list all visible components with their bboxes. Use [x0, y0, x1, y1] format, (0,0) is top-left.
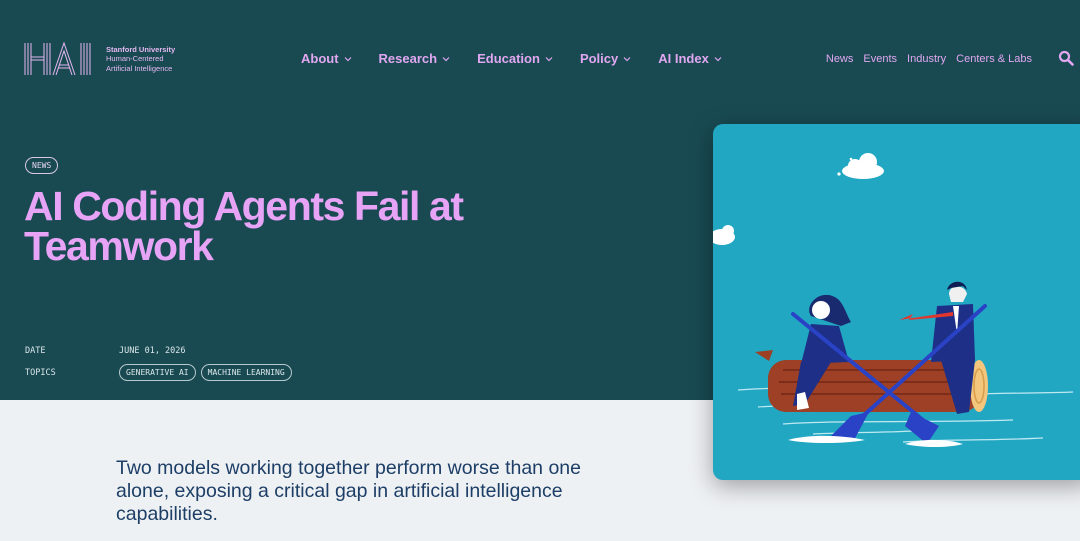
search-icon[interactable] [1058, 50, 1074, 66]
chevron-down-icon [623, 56, 631, 61]
topics-label: TOPICS [25, 368, 56, 378]
nav-education[interactable]: Education [477, 51, 553, 66]
topic-tag-generative-ai[interactable]: GENERATIVE AI [119, 364, 196, 381]
article-summary: Two models working together perform wors… [116, 457, 581, 525]
logo-line-2: Human-Centered [106, 54, 164, 64]
util-link-events[interactable]: Events [863, 53, 897, 65]
nav-research[interactable]: Research [379, 51, 451, 66]
topics-list: GENERATIVE AI MACHINE LEARNING [119, 364, 292, 381]
nav-label: About [301, 51, 339, 66]
chevron-down-icon [344, 56, 351, 61]
chevron-down-icon [714, 56, 722, 61]
date-label: DATE [25, 346, 46, 356]
util-link-industry[interactable]: Industry [907, 53, 946, 65]
nav-about[interactable]: About [301, 51, 352, 66]
topic-tag-machine-learning[interactable]: MACHINE LEARNING [200, 364, 292, 381]
page-title: AI Coding Agents Fail at Teamwork [24, 183, 464, 269]
logo-line-3: Artificial Intelligence [106, 63, 173, 73]
util-link-centers-labs[interactable]: Centers & Labs [956, 53, 1032, 65]
nav-policy[interactable]: Policy [580, 51, 631, 66]
nav-label: Policy [579, 51, 619, 66]
util-link-news[interactable]: News [826, 53, 854, 65]
news-badge: NEWS [25, 157, 59, 174]
nav-ai-index[interactable]: AI Index [658, 51, 722, 66]
hai-logo[interactable]: Stanford University Human-Centered Artif… [24, 42, 175, 76]
cloud-icon [713, 153, 884, 245]
hai-logo-mark [24, 42, 91, 76]
chevron-down-icon [545, 56, 553, 61]
chevron-down-icon [442, 56, 450, 61]
logo-university: Stanford University [106, 44, 176, 54]
date-value: JUNE 01, 2026 [119, 346, 186, 356]
nav-label: Research [378, 51, 438, 66]
hero-illustration [713, 124, 1080, 480]
logo-text: Stanford University Human-Centered Artif… [106, 45, 175, 74]
nav-label: Education [477, 51, 540, 66]
nav-label: AI Index [658, 51, 709, 66]
utility-nav: News Events Industry Centers & Labs [826, 53, 1032, 65]
main-nav: About Research Education Policy AI Index [301, 51, 722, 66]
rowing-log-illustration [713, 153, 1074, 447]
